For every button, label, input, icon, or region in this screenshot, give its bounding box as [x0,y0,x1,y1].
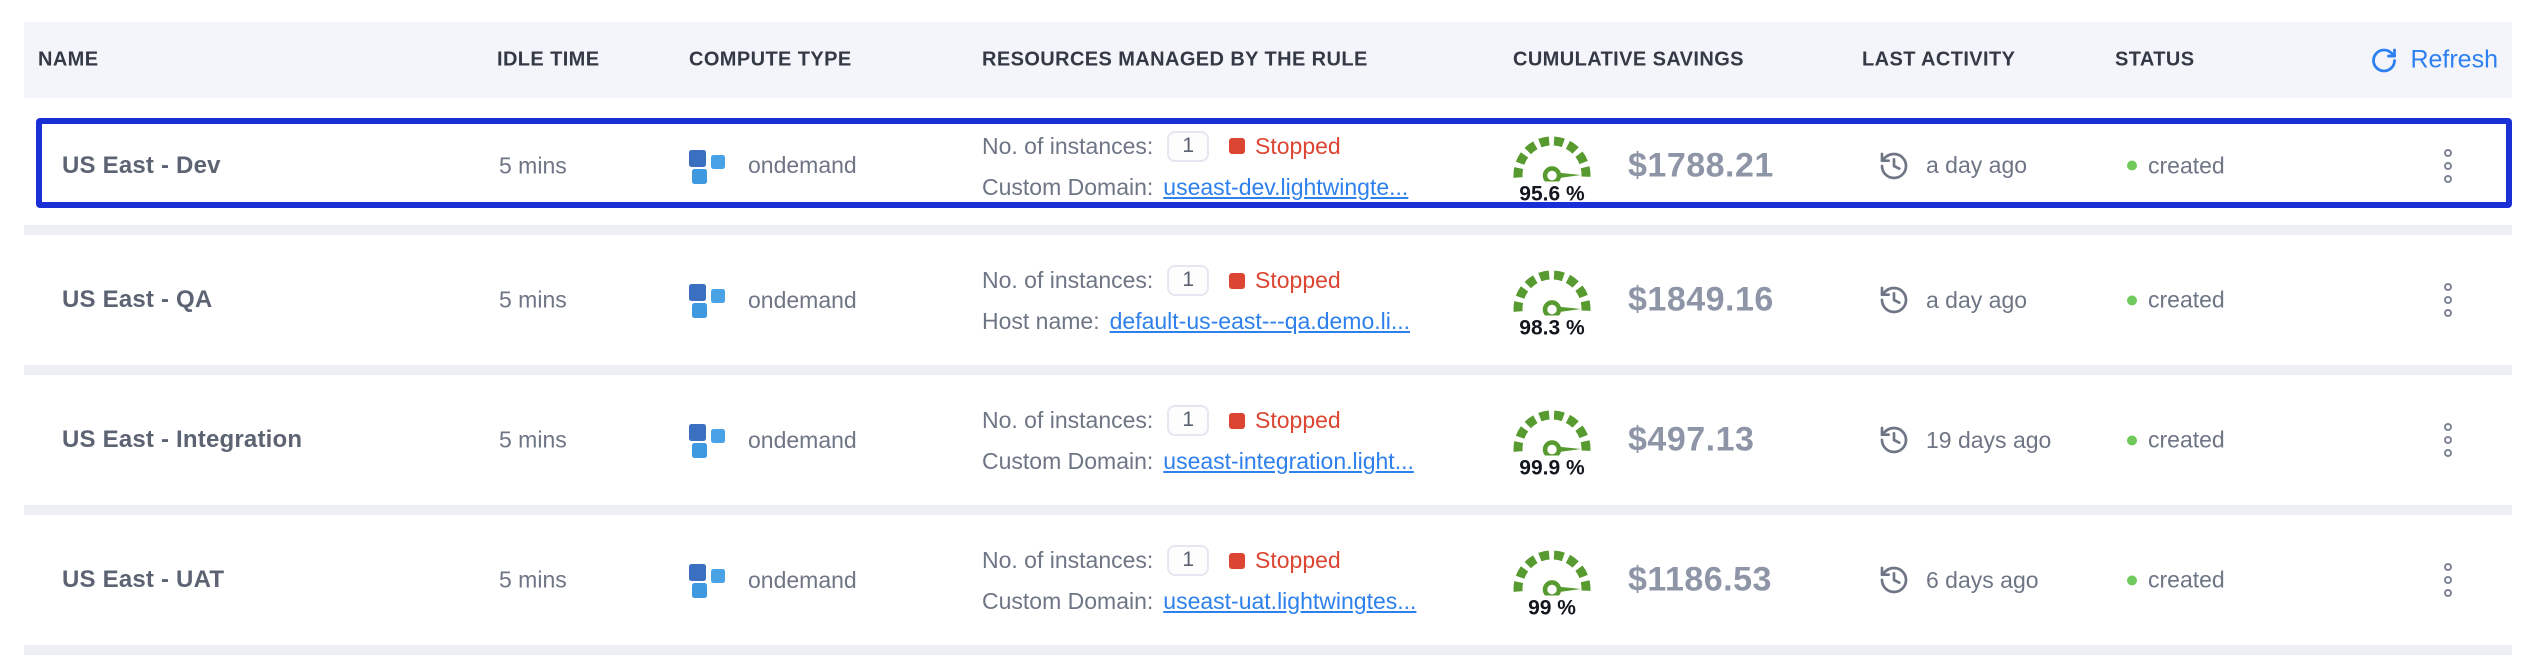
stopped-square-icon [1229,273,1245,289]
history-icon [1878,424,1910,456]
column-header-status: STATUS [2115,49,2194,72]
history-icon [1878,150,1910,182]
row-divider [24,505,2512,515]
rule-name: US East - UAT [62,566,224,594]
resources-cell: No. of instances: 1 Stopped Host name: d… [982,265,1410,335]
status-dot-icon [2127,295,2137,305]
savings-gauge: 99.9 % [1504,400,1600,481]
idle-time-value: 5 mins [499,567,567,594]
table-row[interactable]: US East - QA 5 mins ondemand No. of inst… [24,235,2512,365]
column-header-name: NAME [38,49,99,72]
row-menu-kebab[interactable] [2438,277,2458,323]
savings-gauge: 99 % [1504,540,1600,621]
savings-amount: $1186.53 [1628,561,1772,600]
savings-percent: 99.9 % [1504,457,1600,481]
resources-cell: No. of instances: 1 Stopped Custom Domai… [982,545,1416,615]
compute-cluster-icon [688,421,728,459]
status-dot-icon [2127,161,2137,171]
compute-type-value: ondemand [748,427,857,454]
rules-table: NAME IDLE TIME COMPUTE TYPE RESOURCES MA… [24,22,2512,655]
savings-amount: $1788.21 [1628,146,1774,185]
rule-name: US East - QA [62,286,212,314]
domain-label: Custom Domain: [982,588,1153,615]
idle-time-value: 5 mins [499,152,567,179]
row-menu-kebab[interactable] [2438,417,2458,463]
resources-cell: No. of instances: 1 Stopped Custom Domai… [982,131,1408,201]
compute-type-value: ondemand [748,567,857,594]
domain-label: Custom Domain: [982,174,1153,201]
savings-gauge: 98.3 % [1504,260,1600,341]
stopped-square-icon [1229,413,1245,429]
savings-gauge: 95.6 % [1504,125,1600,206]
domain-label: Custom Domain: [982,448,1153,475]
instance-state: Stopped [1255,407,1341,434]
table-row[interactable]: US East - UAT 5 mins ondemand No. of ins… [24,515,2512,645]
resources-cell: No. of instances: 1 Stopped Custom Domai… [982,405,1414,475]
column-header-cumulative-savings: CUMULATIVE SAVINGS [1513,49,1744,72]
row-menu-kebab[interactable] [2438,143,2458,189]
savings-amount: $497.13 [1628,421,1754,460]
compute-cluster-icon [688,561,728,599]
status-value: created [2148,152,2225,179]
row-divider [24,645,2512,655]
compute-type-value: ondemand [748,287,857,314]
column-header-idle-time: IDLE TIME [497,49,600,72]
last-activity-value: 19 days ago [1926,427,2051,454]
savings-percent: 95.6 % [1504,182,1600,206]
status-value: created [2148,427,2225,454]
hostname-label: Host name: [982,308,1100,335]
savings-percent: 98.3 % [1504,317,1600,341]
status-dot-icon [2127,575,2137,585]
stopped-square-icon [1229,553,1245,569]
last-activity-value: a day ago [1926,152,2027,179]
domain-link[interactable]: useast-uat.lightwingtes... [1163,588,1416,615]
column-header-last-activity: LAST ACTIVITY [1862,49,2015,72]
table-header: NAME IDLE TIME COMPUTE TYPE RESOURCES MA… [24,22,2512,98]
compute-cluster-icon [688,281,728,319]
rule-name: US East - Integration [62,426,302,454]
hostname-link[interactable]: default-us-east---qa.demo.li... [1110,308,1410,335]
status-value: created [2148,567,2225,594]
history-icon [1878,564,1910,596]
idle-time-value: 5 mins [499,427,567,454]
compute-cluster-icon [688,147,728,185]
domain-link[interactable]: useast-integration.light... [1163,448,1414,475]
refresh-label: Refresh [2410,46,2498,75]
instance-count-badge: 1 [1167,131,1209,162]
stopped-square-icon [1229,138,1245,154]
instance-state: Stopped [1255,133,1341,160]
instance-count-badge: 1 [1167,545,1209,576]
history-icon [1878,284,1910,316]
row-divider [24,225,2512,235]
table-row[interactable]: US East - Integration 5 mins ondemand No… [24,375,2512,505]
rule-name: US East - Dev [62,152,221,180]
instances-label: No. of instances: [982,267,1153,294]
refresh-button[interactable]: Refresh [2370,46,2498,75]
instance-count-badge: 1 [1167,265,1209,296]
refresh-icon [2370,46,2398,74]
instance-state: Stopped [1255,267,1341,294]
idle-time-value: 5 mins [499,287,567,314]
domain-link[interactable]: useast-dev.lightwingte... [1163,174,1408,201]
instance-state: Stopped [1255,547,1341,574]
compute-type-value: ondemand [748,152,857,179]
status-dot-icon [2127,435,2137,445]
table-row[interactable]: US East - Dev 5 mins ondemand No. of ins… [24,106,2512,225]
column-header-compute-type: COMPUTE TYPE [689,49,852,72]
instances-label: No. of instances: [982,133,1153,160]
instances-label: No. of instances: [982,547,1153,574]
status-value: created [2148,287,2225,314]
instance-count-badge: 1 [1167,405,1209,436]
row-divider [24,365,2512,375]
savings-amount: $1849.16 [1628,281,1774,320]
row-menu-kebab[interactable] [2438,557,2458,603]
last-activity-value: a day ago [1926,287,2027,314]
last-activity-value: 6 days ago [1926,567,2039,594]
savings-percent: 99 % [1504,597,1600,621]
column-header-resources: RESOURCES MANAGED BY THE RULE [982,49,1368,72]
instances-label: No. of instances: [982,407,1153,434]
